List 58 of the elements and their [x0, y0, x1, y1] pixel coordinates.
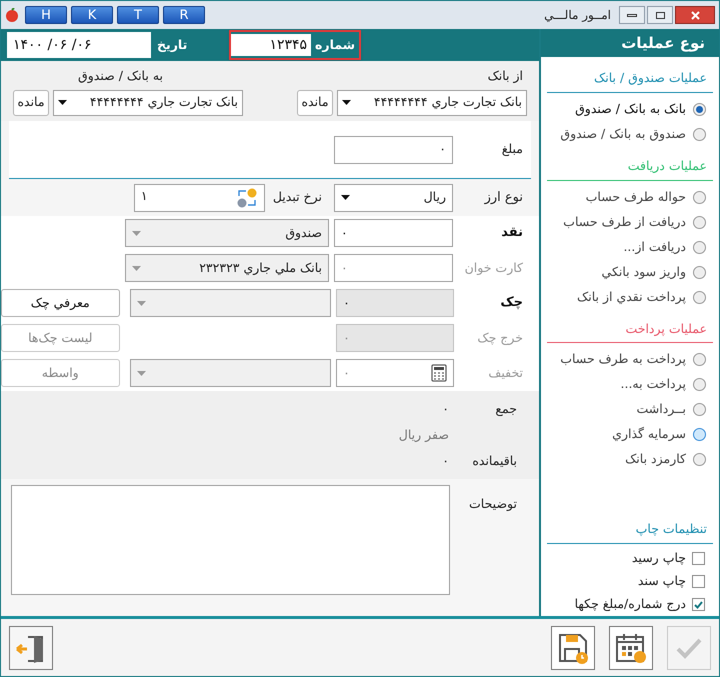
payment-label: خرج چک — [476, 328, 523, 347]
radio-option[interactable]: واريز سود بانکي — [547, 260, 713, 284]
date-field[interactable]: ۱۴۰۰ /۰۶ /۰۶ — [7, 32, 151, 58]
radio-option[interactable]: دريافت از... — [547, 234, 713, 260]
bank-dropdown[interactable]: بانک تجارت جاري ۴۴۴۴۴۴۴۴ — [53, 90, 243, 116]
payment-label: تخفيف — [487, 364, 523, 382]
group-title: عمليات صندوق / بانک — [547, 65, 713, 93]
radio-option[interactable]: کارمزد بانک — [547, 447, 713, 472]
balance-button[interactable]: مانده — [297, 90, 333, 116]
checkbox-label: چاپ سند — [638, 572, 686, 590]
number-label: شماره — [314, 36, 356, 54]
group-title: عمليات دريافت — [547, 152, 713, 180]
radio-option[interactable]: سرمايه گذاري — [547, 422, 713, 448]
number-field[interactable]: ۱۲۳۴۵ — [231, 34, 312, 56]
radio-option[interactable]: صندوق به بانک / صندوق — [547, 122, 713, 147]
quick-button[interactable]: R — [163, 6, 205, 24]
currency-label: نوع ارز — [483, 188, 523, 207]
radio-option[interactable]: بانک به بانک / صندوق — [547, 96, 713, 122]
radio-option[interactable]: بــرداشت — [547, 397, 713, 422]
quick-button[interactable]: K — [71, 6, 113, 24]
date-label: تاريخ — [157, 36, 188, 54]
sum-label: جمع — [494, 400, 517, 418]
checkbox-label: درج شماره/مبلغ چکها — [574, 595, 686, 614]
remaining-label: باقيمانده — [471, 452, 517, 470]
amount-label: مبلغ — [500, 140, 523, 158]
radio-option[interactable]: دريافت از طرف حساب — [547, 210, 713, 234]
radio-option[interactable]: پرداخت نقدي از بانک — [547, 284, 713, 310]
group-title: عمليات پرداخت — [547, 316, 713, 344]
balance-button[interactable]: مانده — [13, 90, 49, 116]
bank-dropdown[interactable]: بانک تجارت جاري ۴۴۴۴۴۴۴۴ — [337, 90, 527, 116]
payment-amount-field[interactable]: ۰ — [334, 219, 453, 247]
bank-label: از بانک — [486, 67, 524, 85]
radio-option[interactable]: پرداخت به... — [547, 372, 713, 398]
payment-amount-field[interactable]: ۰ — [334, 254, 453, 282]
radio-option[interactable]: حواله طرف حساب — [547, 184, 713, 210]
rate-label: نرخ تبديل — [272, 188, 322, 206]
payment-label: کارت خوان — [464, 258, 523, 277]
window-title: امــور مالـــي — [544, 7, 611, 24]
payment-label: چک — [499, 294, 523, 312]
checkbox-label: چاپ رسيد — [632, 549, 686, 568]
bank-label: به بانک / صندوق — [77, 67, 164, 85]
payment-label: نقد — [500, 224, 523, 242]
quick-button[interactable]: T — [117, 6, 159, 24]
payment-amount-field[interactable]: ۰ — [336, 359, 454, 387]
remaining-value: ۰ — [442, 452, 449, 470]
group-title: تنظيمات چاپ — [547, 520, 713, 544]
currency-dropdown[interactable]: ريال — [334, 184, 453, 212]
panel-header: نوع عمليات — [541, 29, 719, 57]
quick-button[interactable]: H — [25, 6, 67, 24]
amount-field[interactable]: ۰ — [334, 136, 453, 164]
rate-field[interactable]: ۱ — [140, 186, 148, 206]
radio-option[interactable]: پرداخت به طرف حساب — [547, 347, 713, 372]
notes-label: توضيحات — [468, 495, 517, 513]
account-dropdown[interactable]: بانک ملي جاري ۲۳۲۳۲۳ — [125, 254, 329, 282]
account-dropdown[interactable]: صندوق — [125, 219, 329, 247]
action-button[interactable]: معرفي چک — [1, 289, 120, 317]
sum-value: ۰ — [442, 400, 449, 418]
amount-in-words: صفر ريال — [398, 426, 449, 444]
